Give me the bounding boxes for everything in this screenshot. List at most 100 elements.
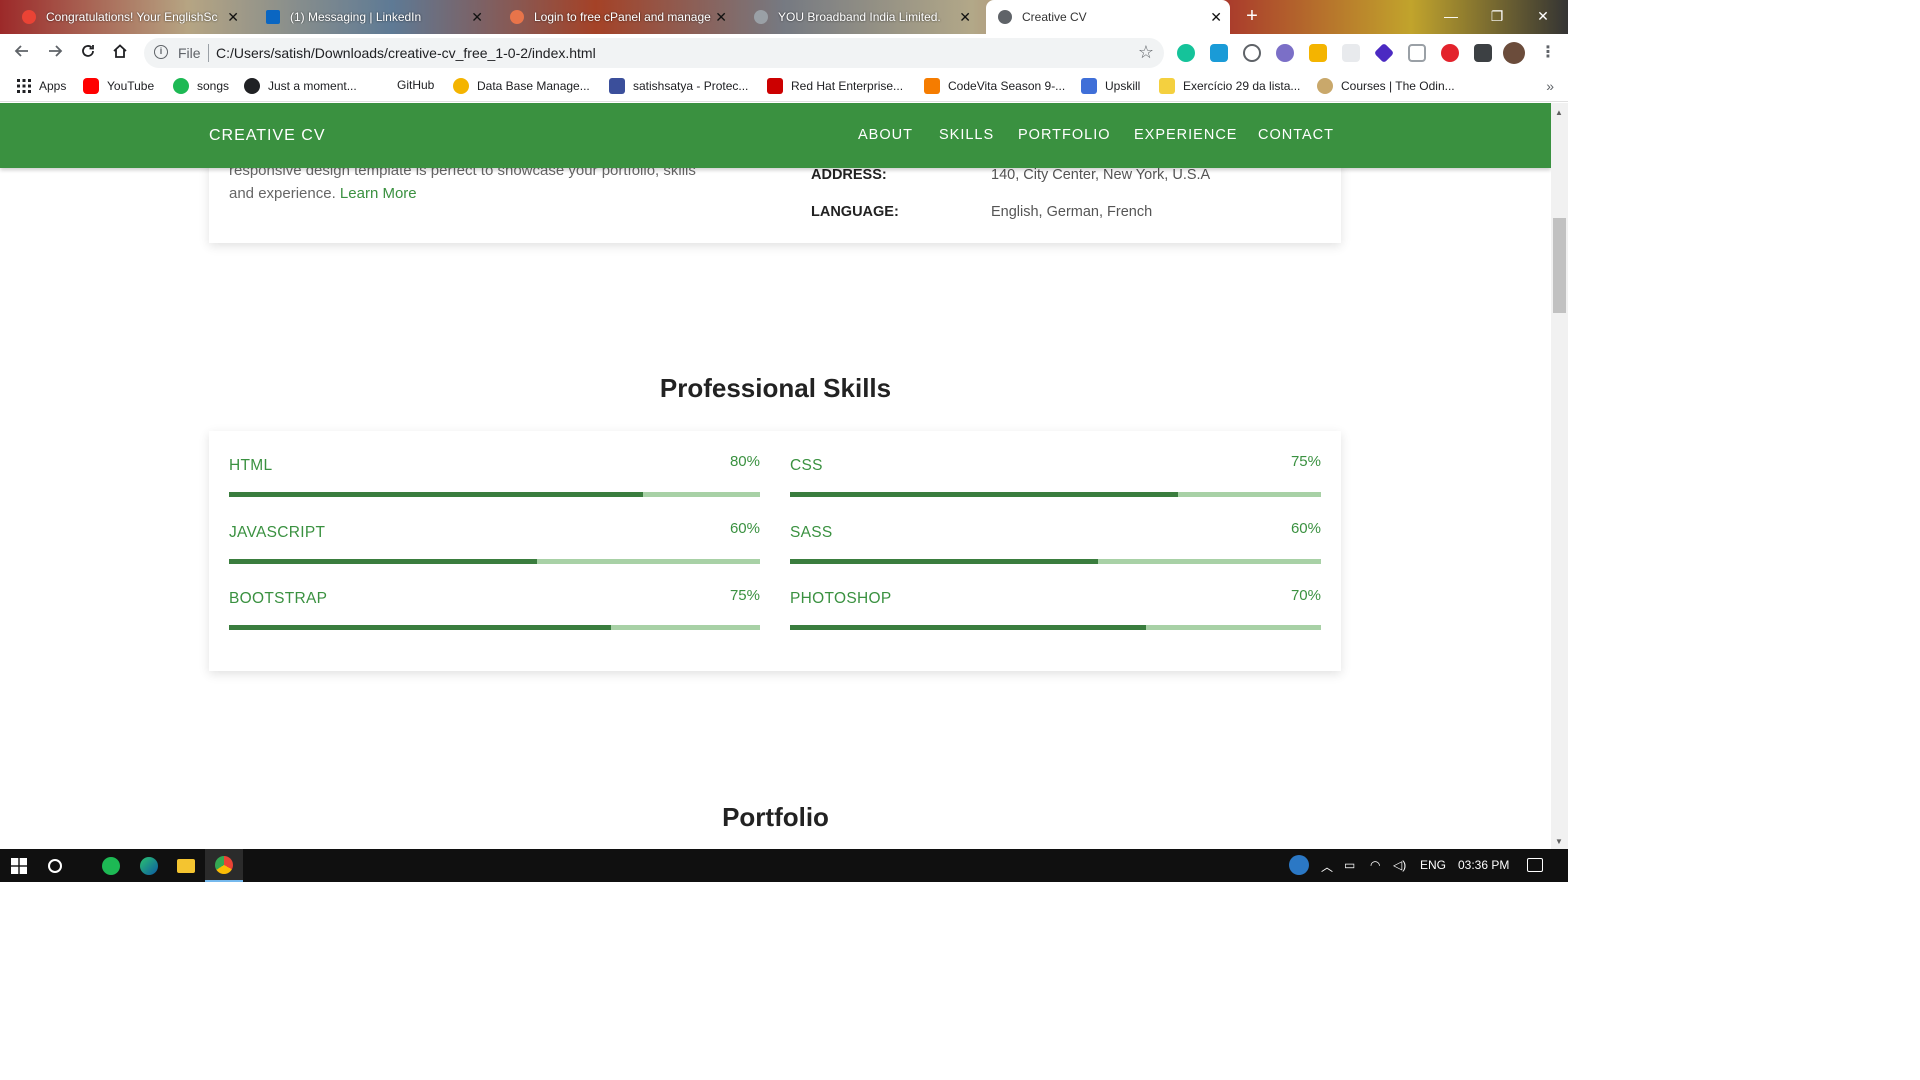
start-button[interactable] [0, 849, 38, 882]
nav-link-contact[interactable]: CONTACT [1258, 127, 1334, 143]
battery-icon[interactable]: ▭ [1344, 858, 1355, 872]
close-window-button[interactable]: ✕ [1520, 0, 1566, 34]
scroll-down-arrow-icon[interactable]: ▼ [1555, 837, 1563, 846]
translate-extension-icon[interactable] [1210, 44, 1228, 62]
screen-extension-icon[interactable] [1408, 44, 1426, 62]
close-tab-icon[interactable]: ✕ [1210, 9, 1222, 26]
url-text[interactable]: C:/Users/satish/Downloads/creative-cv_fr… [216, 45, 596, 61]
songs-icon [173, 78, 189, 94]
skill-bar-fill [229, 559, 537, 564]
skill-bar-html [229, 492, 760, 497]
browser-tab[interactable]: Login to free cPanel and manage ✕ [510, 0, 735, 34]
database-icon [453, 78, 469, 94]
bookmark-database[interactable]: Data Base Manage... [453, 78, 590, 94]
language-label: LANGUAGE: [811, 204, 899, 220]
learn-more-link[interactable]: Learn More [340, 185, 417, 202]
tab-title: Login to free cPanel and manage [534, 10, 711, 24]
scrollbar-thumb[interactable] [1553, 218, 1566, 313]
skill-name-html: HTML [229, 457, 273, 474]
bookmark-label: Data Base Manage... [477, 79, 590, 93]
volume-icon[interactable]: ◁) [1393, 858, 1406, 872]
notifications-icon[interactable] [1527, 858, 1543, 872]
site-info-icon[interactable]: i [154, 45, 168, 59]
lock-extension-icon[interactable] [1309, 44, 1327, 62]
wifi-icon[interactable]: ◠ [1370, 858, 1380, 872]
odin-icon [1317, 78, 1333, 94]
browser-tab[interactable]: Congratulations! Your EnglishSc ✕ [22, 0, 247, 34]
skill-percent-html: 80% [729, 453, 760, 470]
reload-icon [82, 45, 94, 57]
home-button[interactable] [108, 42, 132, 64]
taskbar-chrome[interactable] [205, 849, 243, 882]
bookmark-exercicio[interactable]: Exercício 29 da lista... [1159, 78, 1300, 94]
blank-extension-icon[interactable] [1342, 44, 1360, 62]
bookmark-redhat[interactable]: Red Hat Enterprise... [767, 78, 903, 94]
bookmarks-bar: Apps YouTube songs Just a moment... GitH… [0, 72, 1568, 102]
skill-bar-javascript [229, 559, 760, 564]
profile-avatar[interactable] [1503, 42, 1525, 64]
bookmark-apps[interactable]: Apps [16, 78, 66, 94]
close-tab-icon[interactable]: ✕ [959, 9, 971, 26]
taskbar-edge[interactable] [130, 849, 168, 882]
bookmark-label: Exercício 29 da lista... [1183, 79, 1301, 93]
close-tab-icon[interactable]: ✕ [227, 9, 239, 26]
forward-button[interactable] [43, 42, 67, 64]
nav-link-experience[interactable]: EXPERIENCE [1134, 127, 1237, 143]
browser-tab-strip: Congratulations! Your EnglishSc ✕ (1) Me… [0, 0, 1568, 34]
diamond-extension-icon[interactable] [1373, 42, 1395, 64]
opera-extension-icon[interactable] [1441, 44, 1459, 62]
back-button[interactable] [10, 42, 34, 64]
bookmark-songs[interactable]: songs [173, 78, 229, 94]
scroll-up-arrow-icon[interactable]: ▲ [1555, 108, 1563, 117]
page-scrollbar[interactable]: ▲ ▼ [1551, 103, 1568, 849]
site-brand-link[interactable]: CREATIVE CV [209, 127, 326, 145]
nav-link-about[interactable]: ABOUT [858, 127, 913, 143]
about-text-line-2: and experience. [229, 185, 336, 202]
skill-bar-css [790, 492, 1321, 497]
bookmark-youtube[interactable]: YouTube [83, 78, 154, 94]
help-icon[interactable] [1289, 855, 1309, 875]
bookmark-upskill[interactable]: Upskill [1081, 78, 1140, 94]
pt-icon [609, 78, 625, 94]
skill-bar-fill [790, 492, 1178, 497]
taskbar-spotify[interactable] [92, 849, 130, 882]
nav-link-skills[interactable]: SKILLS [939, 127, 994, 143]
owl-extension-icon[interactable] [1276, 44, 1294, 62]
skills-section-title: Professional Skills [659, 373, 892, 403]
browser-tab[interactable]: YOU Broadband India Limited. ✕ [754, 0, 979, 34]
menu-kebab-icon[interactable]: ⋮ [1540, 42, 1556, 62]
bookmark-odin[interactable]: Courses | The Odin... [1317, 78, 1455, 94]
edge-icon [140, 856, 158, 875]
browser-tab[interactable]: (1) Messaging | LinkedIn ✕ [266, 0, 491, 34]
skill-bar-photoshop [790, 625, 1321, 630]
minimize-button[interactable]: — [1428, 0, 1474, 34]
grammarly-extension-icon[interactable] [1177, 44, 1195, 62]
more-bookmarks-button[interactable]: » [1546, 78, 1554, 94]
bookmark-label: satishsatya - Protec... [633, 79, 749, 93]
close-tab-icon[interactable]: ✕ [715, 9, 727, 26]
nav-link-portfolio[interactable]: PORTFOLIO [1018, 127, 1111, 143]
language-indicator[interactable]: ENG [1420, 858, 1446, 872]
bookmark-star-icon[interactable]: ☆ [1138, 42, 1154, 63]
bookmark-codevita[interactable]: CodeVita Season 9-... [924, 78, 1065, 94]
bookmark-protected[interactable]: satishsatya - Protec... [609, 78, 748, 94]
taskbar-file-explorer[interactable] [167, 849, 205, 882]
reload-button[interactable] [76, 42, 100, 64]
gmail-icon [22, 10, 36, 24]
url-separator [208, 44, 209, 62]
puzzle-extensions-icon[interactable] [1474, 44, 1492, 62]
address-bar[interactable]: i File C:/Users/satish/Downloads/creativ… [144, 38, 1164, 68]
tray-chevron-icon[interactable]: ︿ [1321, 858, 1333, 875]
clock-time[interactable]: 03:36 PM [1458, 858, 1509, 872]
cloud-extension-icon[interactable] [1243, 44, 1261, 62]
bookmark-just-a-moment[interactable]: Just a moment... [244, 78, 357, 94]
restore-button[interactable]: ❐ [1474, 0, 1520, 34]
new-tab-button[interactable]: + [1240, 5, 1264, 29]
skill-bar-bootstrap [229, 625, 760, 630]
browser-tab-active[interactable]: Creative CV ✕ [986, 0, 1230, 34]
youtube-icon [83, 78, 99, 94]
cortana-search-button[interactable] [36, 849, 74, 882]
skill-bar-fill [229, 492, 644, 497]
bookmark-github[interactable]: GitHub [397, 78, 434, 92]
close-tab-icon[interactable]: ✕ [471, 9, 483, 26]
